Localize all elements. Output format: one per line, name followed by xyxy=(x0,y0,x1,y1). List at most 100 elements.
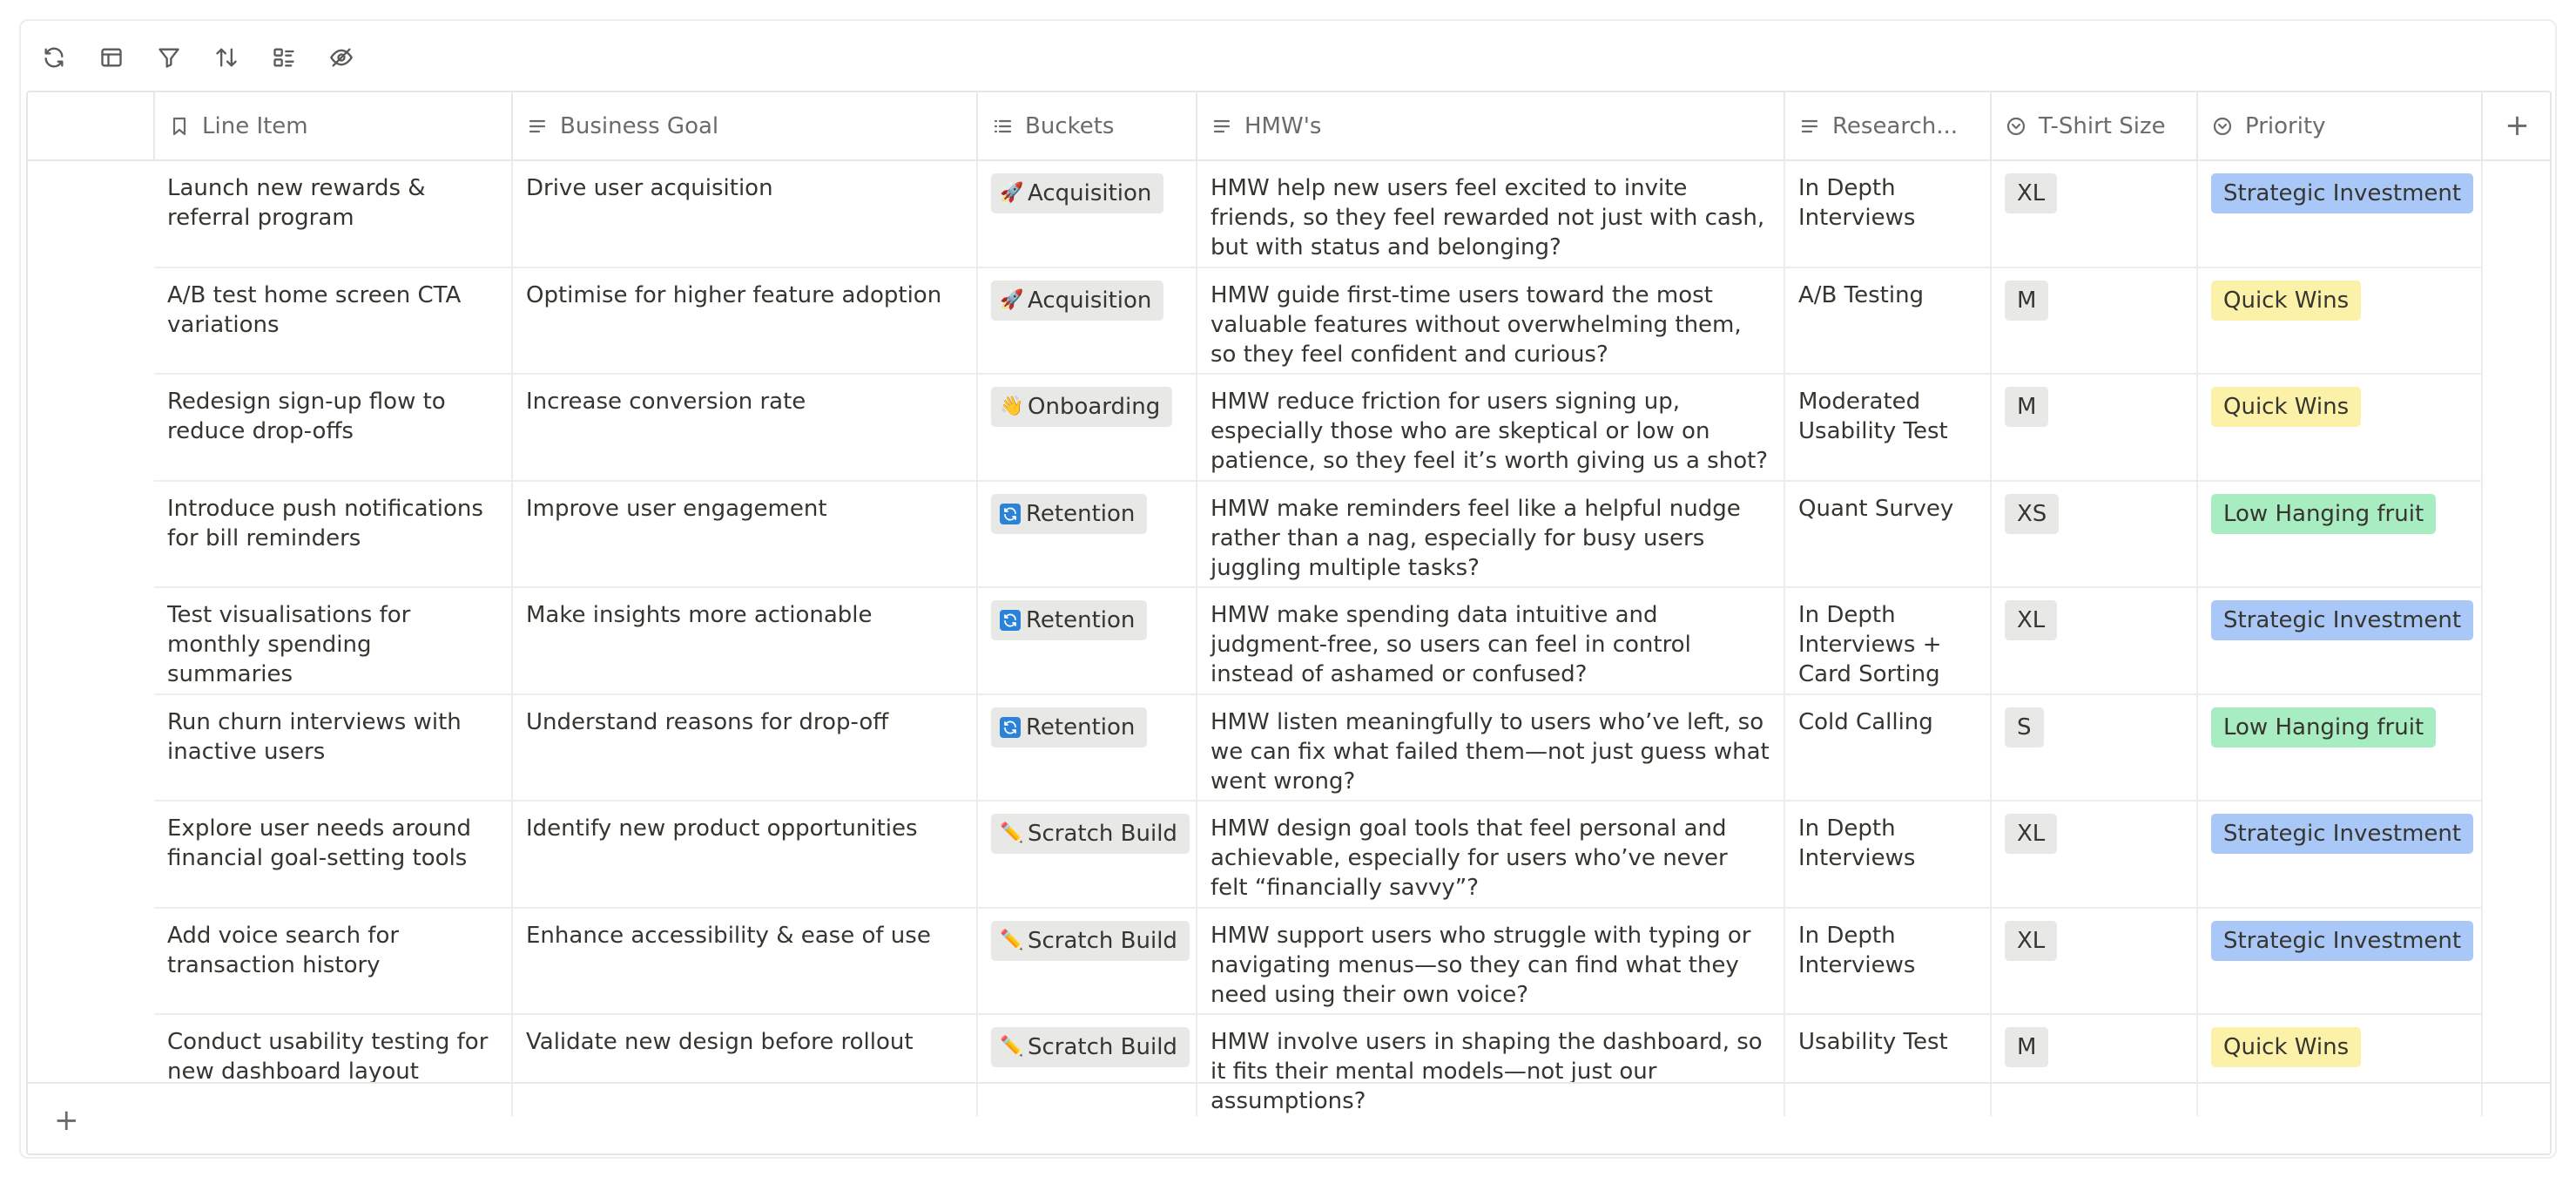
table-row[interactable]: Run churn interviews with inactive users… xyxy=(28,693,2550,802)
row-gutter[interactable] xyxy=(28,160,154,267)
bucket-tag[interactable]: Retention xyxy=(991,707,1148,747)
cell-business-goal[interactable]: Make insights more actionable xyxy=(512,587,978,695)
cell-business-goal[interactable]: Optimise for higher feature adoption xyxy=(512,267,978,375)
row-gutter[interactable] xyxy=(28,908,154,1015)
priority-tag[interactable]: Strategic Investment xyxy=(2211,920,2474,961)
priority-tag[interactable]: Low Hanging fruit xyxy=(2211,493,2437,534)
cell-priority[interactable]: Strategic Investment xyxy=(2197,801,2483,909)
cell-line-item[interactable]: Introduce push notifications for bill re… xyxy=(154,480,513,588)
table-row[interactable]: Test visualisations for monthly spending… xyxy=(28,587,2550,695)
size-tag[interactable]: XS xyxy=(2005,493,2060,534)
bucket-tag[interactable]: Retention xyxy=(991,493,1148,534)
row-gutter[interactable] xyxy=(28,801,154,908)
priority-tag[interactable]: Strategic Investment xyxy=(2211,600,2474,640)
cell-priority[interactable]: Low Hanging fruit xyxy=(2197,693,2483,802)
size-tag[interactable]: M xyxy=(2005,280,2049,321)
group-icon[interactable] xyxy=(261,35,307,80)
cell-hmw[interactable]: HMW reduce friction for users signing up… xyxy=(1197,374,1785,482)
size-tag[interactable]: M xyxy=(2005,1027,2049,1067)
cell-tshirt-size[interactable]: XS xyxy=(1991,480,2198,588)
cell-tshirt-size[interactable]: M xyxy=(1991,374,2198,482)
column-header-line-item[interactable]: Line Item xyxy=(154,92,513,161)
add-row-button[interactable]: + xyxy=(28,1082,2550,1153)
cell-research[interactable]: In Depth Interviews xyxy=(1784,907,1992,1015)
row-gutter[interactable] xyxy=(28,481,154,588)
column-header-tshirt-size[interactable]: T-Shirt Size xyxy=(1991,92,2198,161)
cell-research[interactable]: In Depth Interviews xyxy=(1784,160,1992,268)
bucket-tag[interactable]: ✏️ Scratch Build xyxy=(991,814,1190,854)
row-gutter[interactable] xyxy=(28,267,154,375)
add-column-button[interactable]: + xyxy=(2482,92,2550,161)
priority-tag[interactable]: Strategic Investment xyxy=(2211,814,2474,854)
cell-business-goal[interactable]: Improve user engagement xyxy=(512,480,978,588)
cell-hmw[interactable]: HMW make spending data intuitive and jud… xyxy=(1197,587,1785,695)
table-row[interactable]: Explore user needs around financial goal… xyxy=(28,801,2550,909)
cell-bucket[interactable]: 🚀 Acquisition xyxy=(977,160,1197,268)
cell-hmw[interactable]: HMW make reminders feel like a helpful n… xyxy=(1197,480,1785,588)
cell-business-goal[interactable]: Drive user acquisition xyxy=(512,160,978,268)
cell-research[interactable]: A/B Testing xyxy=(1784,267,1992,375)
size-tag[interactable]: S xyxy=(2005,707,2044,747)
cell-research[interactable]: Cold Calling xyxy=(1784,693,1992,802)
cell-hmw[interactable]: HMW help new users feel excited to invit… xyxy=(1197,160,1785,268)
cell-tshirt-size[interactable]: XL xyxy=(1991,801,2198,909)
cell-bucket[interactable]: 🚀 Acquisition xyxy=(977,267,1197,375)
column-header-priority[interactable]: Priority xyxy=(2197,92,2483,161)
cell-research[interactable]: Quant Survey xyxy=(1784,480,1992,588)
table-row[interactable]: Redesign sign-up flow to reduce drop-off… xyxy=(28,374,2550,482)
bucket-tag[interactable]: ✏️ Scratch Build xyxy=(991,920,1190,961)
cell-line-item[interactable]: Launch new rewards & referral program xyxy=(154,160,513,268)
cell-research[interactable]: Moderated Usability Test xyxy=(1784,374,1992,482)
cell-line-item[interactable]: Run churn interviews with inactive users xyxy=(154,693,513,802)
bucket-tag[interactable]: 🚀 Acquisition xyxy=(991,173,1164,213)
cell-line-item[interactable]: Add voice search for transaction history xyxy=(154,907,513,1015)
cell-business-goal[interactable]: Increase conversion rate xyxy=(512,374,978,482)
priority-tag[interactable]: Quick Wins xyxy=(2211,1027,2362,1067)
row-gutter[interactable] xyxy=(28,694,154,802)
table-row[interactable]: A/B test home screen CTA variations Optim… xyxy=(28,267,2550,375)
cell-research[interactable]: In Depth Interviews + Card Sorting xyxy=(1784,587,1992,695)
size-tag[interactable]: XL xyxy=(2005,600,2058,640)
size-tag[interactable]: M xyxy=(2005,387,2049,427)
cell-business-goal[interactable]: Enhance accessibility & ease of use xyxy=(512,907,978,1015)
cell-hmw[interactable]: HMW support users who struggle with typi… xyxy=(1197,907,1785,1015)
priority-tag[interactable]: Quick Wins xyxy=(2211,387,2362,427)
priority-tag[interactable]: Low Hanging fruit xyxy=(2211,707,2437,747)
cell-business-goal[interactable]: Identify new product opportunities xyxy=(512,801,978,909)
cell-priority[interactable]: Quick Wins xyxy=(2197,374,2483,482)
table-row[interactable]: Add voice search for transaction history… xyxy=(28,907,2550,1015)
cell-tshirt-size[interactable]: S xyxy=(1991,693,2198,802)
column-header-research[interactable]: Research... xyxy=(1784,92,1992,161)
hide-fields-icon[interactable] xyxy=(319,35,364,80)
bucket-tag[interactable]: ✏️ Scratch Build xyxy=(991,1027,1190,1067)
cell-priority[interactable]: Strategic Investment xyxy=(2197,160,2483,268)
table-row[interactable]: Launch new rewards & referral program Dri… xyxy=(28,160,2550,268)
layout-icon[interactable] xyxy=(89,35,134,80)
cell-bucket[interactable]: Retention xyxy=(977,693,1197,802)
column-header-hmw[interactable]: HMW's xyxy=(1197,92,1785,161)
size-tag[interactable]: XL xyxy=(2005,920,2058,961)
cell-tshirt-size[interactable]: M xyxy=(1991,267,2198,375)
refresh-icon[interactable] xyxy=(31,35,77,80)
filter-icon[interactable] xyxy=(146,35,192,80)
cell-priority[interactable]: Quick Wins xyxy=(2197,267,2483,375)
priority-tag[interactable]: Quick Wins xyxy=(2211,280,2362,321)
cell-hmw[interactable]: HMW guide first-time users toward the mo… xyxy=(1197,267,1785,375)
cell-priority[interactable]: Low Hanging fruit xyxy=(2197,480,2483,588)
cell-research[interactable]: In Depth Interviews xyxy=(1784,801,1992,909)
cell-bucket[interactable]: 👋 Onboarding xyxy=(977,374,1197,482)
cell-hmw[interactable]: HMW design goal tools that feel personal… xyxy=(1197,801,1785,909)
bucket-tag[interactable]: Retention xyxy=(991,600,1148,640)
cell-tshirt-size[interactable]: XL xyxy=(1991,587,2198,695)
cell-bucket[interactable]: Retention xyxy=(977,587,1197,695)
cell-hmw[interactable]: HMW listen meaningfully to users who’ve … xyxy=(1197,693,1785,802)
cell-business-goal[interactable]: Understand reasons for drop-off xyxy=(512,693,978,802)
cell-tshirt-size[interactable]: XL xyxy=(1991,160,2198,268)
size-tag[interactable]: XL xyxy=(2005,173,2058,213)
table-row[interactable]: Introduce push notifications for bill re… xyxy=(28,480,2550,588)
sort-icon[interactable] xyxy=(204,35,249,80)
bucket-tag[interactable]: 🚀 Acquisition xyxy=(991,280,1164,321)
column-header-buckets[interactable]: Buckets xyxy=(977,92,1197,161)
cell-line-item[interactable]: Explore user needs around financial goal… xyxy=(154,801,513,909)
cell-line-item[interactable]: Redesign sign-up flow to reduce drop-off… xyxy=(154,374,513,482)
